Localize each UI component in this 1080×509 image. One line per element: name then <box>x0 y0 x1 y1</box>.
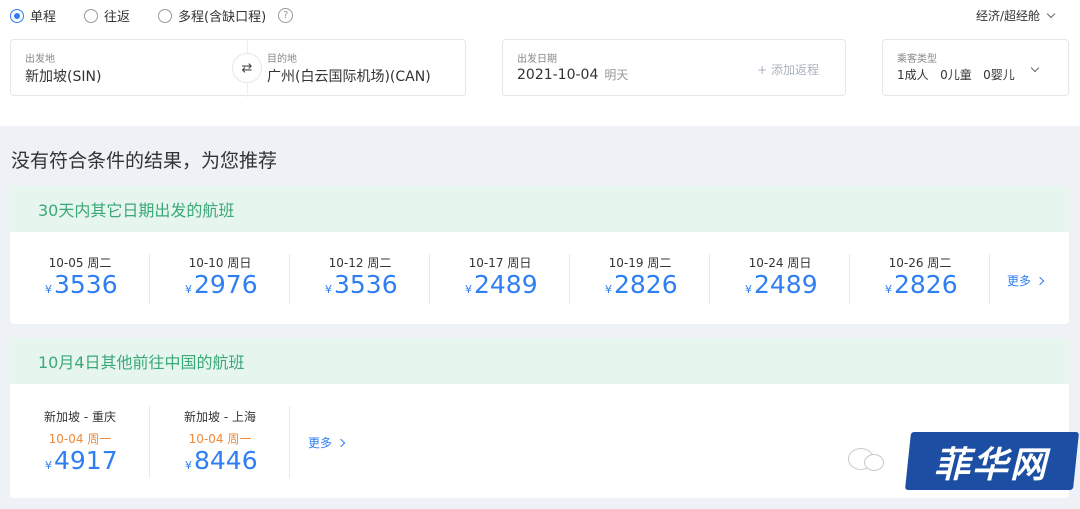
date-option-price: ¥3536 <box>45 270 118 299</box>
date-option-price: ¥2826 <box>605 270 678 299</box>
route-option[interactable]: 新加坡 - 上海 10-04 周一 ¥8446 <box>150 384 290 498</box>
currency-symbol: ¥ <box>745 283 752 296</box>
date-option-price: ¥2976 <box>185 270 258 299</box>
price-value: 4917 <box>54 446 118 475</box>
date-option-price: ¥2826 <box>885 270 958 299</box>
from-label: 出发地 <box>25 54 55 65</box>
trip-type-label: 单程 <box>30 10 57 25</box>
price-value: 2826 <box>614 270 678 299</box>
other-dates-row: 10-05 周二 ¥3536 10-10 周日 ¥2976 10-12 周二 ¥… <box>10 232 1069 324</box>
date-option[interactable]: 10-19 周二 ¥2826 <box>570 232 710 324</box>
price-value: 2826 <box>894 270 958 299</box>
passenger-field[interactable]: 乘客类型 1成人 0儿童 0婴儿 <box>882 39 1069 96</box>
price-value: 3536 <box>334 270 398 299</box>
trip-type-group: 单程 往返 多程(含缺口程) ? <box>10 6 294 25</box>
no-result-headline: 没有符合条件的结果，为您推荐 <box>11 150 278 172</box>
date-option-date: 10-10 周日 <box>188 256 252 270</box>
date-option-date: 10-24 周日 <box>748 256 812 270</box>
currency-symbol: ¥ <box>45 283 52 296</box>
date-weekday: 明天 <box>604 68 629 82</box>
price-value: 2489 <box>754 270 818 299</box>
date-option-price: ¥3536 <box>325 270 398 299</box>
price-value: 8446 <box>194 446 258 475</box>
to-label: 目的地 <box>267 54 297 65</box>
radio-icon <box>158 8 173 23</box>
date-option-date: 10-05 周二 <box>48 256 112 270</box>
trip-type-label: 多程(含缺口程) <box>178 10 267 25</box>
date-option-date: 10-12 周二 <box>328 256 392 270</box>
watermark: 菲华网 <box>848 430 1080 492</box>
date-option[interactable]: 10-24 周日 ¥2489 <box>710 232 850 324</box>
route-option[interactable]: 新加坡 - 重庆 10-04 周一 ¥4917 <box>10 384 150 498</box>
currency-symbol: ¥ <box>185 283 192 296</box>
date-option-date: 10-19 周二 <box>608 256 672 270</box>
date-option[interactable]: 10-05 周二 ¥3536 <box>10 232 150 324</box>
date-option-price: ¥2489 <box>745 270 818 299</box>
radio-icon <box>84 8 99 23</box>
swap-icon[interactable]: ⇄ <box>232 53 262 83</box>
search-panel: 单程 往返 多程(含缺口程) ? 经济/超经舱 出发地 新加坡(SIN) ⇄ 目… <box>0 0 1080 126</box>
cabin-class-select[interactable]: 经济/超经舱 <box>975 7 1056 24</box>
help-icon[interactable]: ? <box>278 8 294 23</box>
trip-type-round-trip[interactable]: 往返 <box>84 6 130 25</box>
date-option[interactable]: 10-10 周日 ¥2976 <box>150 232 290 324</box>
route-option-route: 新加坡 - 重庆 <box>44 410 116 424</box>
date-option[interactable]: 10-17 周日 ¥2489 <box>430 232 570 324</box>
chevron-down-icon <box>1046 9 1056 18</box>
trip-type-label: 往返 <box>104 10 131 25</box>
chevron-down-icon <box>1030 63 1040 73</box>
route-option-price: ¥4917 <box>45 446 118 475</box>
other-routes-title: 10月4日其他前往中国的航班 <box>10 338 1069 384</box>
from-input[interactable]: 新加坡(SIN) <box>25 66 101 86</box>
other-dates-card: 30天内其它日期出发的航班 10-05 周二 ¥3536 10-10 周日 ¥2… <box>10 186 1069 324</box>
watermark-text: 菲华网 <box>934 444 1049 486</box>
date-option-date: 10-26 周二 <box>888 256 952 270</box>
date-label: 出发日期 <box>517 54 557 65</box>
route-option-date: 10-04 周一 <box>48 432 112 446</box>
date-field[interactable]: 出发日期 2021-10-04 明天 + 添加返程 <box>502 39 846 96</box>
currency-symbol: ¥ <box>465 283 472 296</box>
more-label: 更多 <box>308 436 333 450</box>
trip-type-multi-city[interactable]: 多程(含缺口程) <box>158 6 266 25</box>
date-option-price: ¥2489 <box>465 270 538 299</box>
more-routes-link[interactable]: 更多 <box>308 434 346 451</box>
date-option-date: 10-17 周日 <box>468 256 532 270</box>
radio-icon <box>10 8 24 23</box>
currency-symbol: ¥ <box>325 283 332 296</box>
price-value: 2976 <box>194 270 258 299</box>
more-label: 更多 <box>1007 274 1032 288</box>
trip-type-one-way[interactable]: 单程 <box>10 6 56 25</box>
more-dates-link[interactable]: 更多 <box>1007 272 1045 289</box>
route-field: 出发地 新加坡(SIN) ⇄ 目的地 广州(白云国际机场)(CAN) <box>10 39 466 97</box>
chevron-right-icon <box>1035 276 1045 285</box>
date-option[interactable]: 10-26 周二 ¥2826 <box>850 232 990 324</box>
chevron-right-icon <box>336 438 346 447</box>
other-dates-title: 30天内其它日期出发的航班 <box>10 186 1069 232</box>
price-value: 3536 <box>54 270 118 299</box>
route-option-route: 新加坡 - 上海 <box>184 410 256 424</box>
route-option-date: 10-04 周一 <box>188 432 252 446</box>
wechat-icon-bubble <box>864 454 884 471</box>
date-value: 2021-10-04 明天 <box>517 66 628 83</box>
currency-symbol: ¥ <box>45 459 52 472</box>
date-option[interactable]: 10-12 周二 ¥3536 <box>290 232 430 324</box>
currency-symbol: ¥ <box>885 283 892 296</box>
passenger-value: 1成人 0儿童 0婴儿 <box>897 68 1015 82</box>
price-value: 2489 <box>474 270 538 299</box>
currency-symbol: ¥ <box>185 459 192 472</box>
cabin-class-value: 经济/超经舱 <box>975 9 1040 23</box>
date-text: 2021-10-04 <box>517 67 599 83</box>
route-option-price: ¥8446 <box>185 446 258 475</box>
passenger-label: 乘客类型 <box>897 54 937 65</box>
add-return-button[interactable]: + 添加返程 <box>757 61 819 78</box>
to-input[interactable]: 广州(白云国际机场)(CAN) <box>267 66 431 86</box>
currency-symbol: ¥ <box>605 283 612 296</box>
